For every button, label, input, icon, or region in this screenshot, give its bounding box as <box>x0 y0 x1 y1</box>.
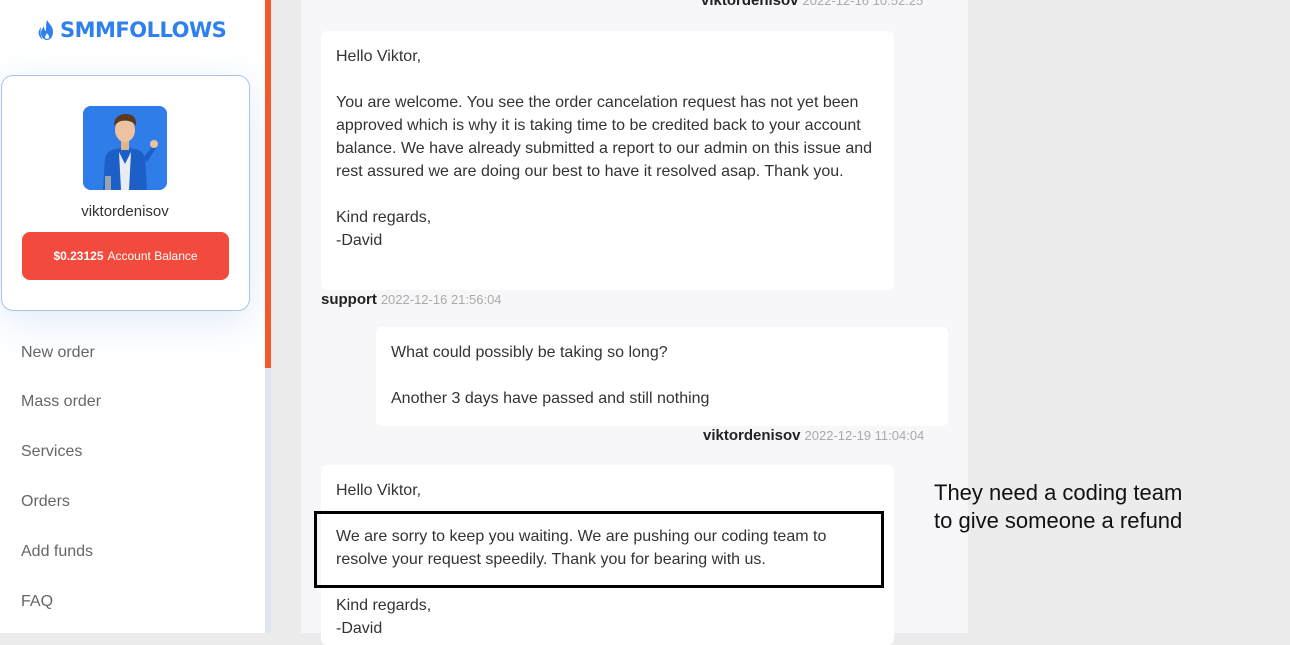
message-closing: Kind regards, <box>336 209 432 226</box>
message-time: 2022-12-16 21:56:04 <box>380 292 502 307</box>
message-line: What could possibly be taking so long? <box>391 344 668 361</box>
sidebar-scrollbar[interactable] <box>265 0 271 633</box>
nav-mass-order[interactable]: Mass order <box>21 390 101 414</box>
user-avatar-icon <box>83 106 167 190</box>
nav-services[interactable]: Services <box>21 440 82 464</box>
message-line: Another 3 days have passed and still not… <box>391 390 710 407</box>
annotation-line: to give someone a refund <box>934 508 1183 533</box>
message-meta-top: viktordenisov 2022-12-16 10:52:25 <box>701 0 923 9</box>
nav-orders[interactable]: Orders <box>21 490 70 514</box>
message-greeting: Hello Viktor, <box>336 482 422 499</box>
username: viktordenisov <box>81 203 169 220</box>
message-meta-user: viktordenisov 2022-12-19 11:04:04 <box>703 427 924 444</box>
message-body: You are welcome. You see the order cance… <box>336 94 873 180</box>
message-time: 2022-12-16 10:52:25 <box>802 0 924 8</box>
avatar[interactable] <box>83 106 167 190</box>
nav-faq[interactable]: FAQ <box>21 590 53 614</box>
message-signature: -David <box>336 232 383 249</box>
sidebar: SMMFOLLOWS viktordenisov $0.23125 Accoun… <box>0 0 265 633</box>
message-closing: Kind regards, <box>336 597 432 614</box>
nav-new-order[interactable]: New order <box>21 341 95 365</box>
message-meta-support: support 2022-12-16 21:56:04 <box>321 291 502 308</box>
message-author: support <box>321 291 377 308</box>
message-time: 2022-12-19 11:04:04 <box>804 428 925 443</box>
logo-text: SMMFOLLOWS <box>60 18 227 42</box>
message-author: viktordenisov <box>701 0 799 9</box>
balance-label: Account Balance <box>107 249 198 263</box>
support-message-1: Hello Viktor, You are welcome. You see t… <box>321 31 894 290</box>
message-signature: -David <box>336 620 383 637</box>
nav-add-funds[interactable]: Add funds <box>21 540 93 564</box>
message-greeting: Hello Viktor, <box>336 48 422 65</box>
user-message-1: What could possibly be taking so long? A… <box>376 327 948 426</box>
annotation-note: They need a coding team to give someone … <box>934 479 1254 535</box>
balance-amount: $0.23125 <box>53 249 104 263</box>
message-author: viktordenisov <box>703 427 801 444</box>
annotation-line: They need a coding team <box>934 480 1183 505</box>
highlight-box <box>314 511 884 588</box>
sidebar-scroll-thumb[interactable] <box>265 0 271 368</box>
logo[interactable]: SMMFOLLOWS <box>37 15 227 45</box>
account-balance-button[interactable]: $0.23125 Account Balance <box>22 232 229 280</box>
flame-icon <box>38 20 53 40</box>
